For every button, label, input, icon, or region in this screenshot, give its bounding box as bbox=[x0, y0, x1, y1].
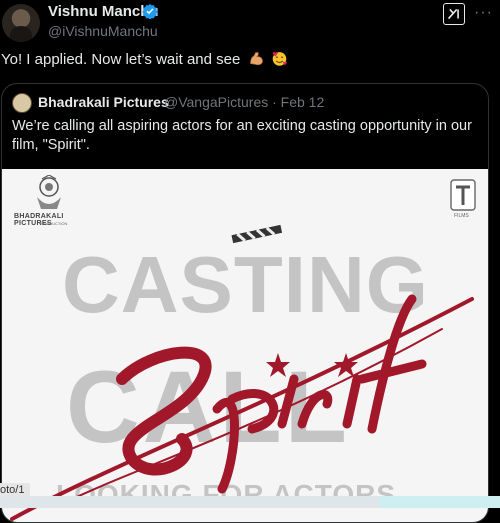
quoted-post-text: We’re calling all aspiring actors for an… bbox=[12, 118, 472, 153]
right-logo-sub: FILMS bbox=[454, 213, 469, 219]
bhadrakali-emblem-icon bbox=[37, 175, 61, 209]
post-text-content: Yo! I applied. Now let’s wait and see bbox=[1, 51, 241, 68]
post-text: Yo! I applied. Now let’s wait and see bbox=[1, 50, 288, 68]
casting-call-poster-image[interactable]: BHADRAKALI PICTURES PRODUCTION FILMS CAS… bbox=[2, 169, 488, 522]
spirit-script-title-art bbox=[10, 294, 474, 521]
left-logo-sub: PRODUCTION bbox=[40, 221, 68, 226]
more-options-icon[interactable]: ··· bbox=[474, 4, 493, 22]
bottom-strip-accent bbox=[380, 496, 500, 508]
flexed-biceps-icon bbox=[249, 52, 263, 66]
verified-badge-icon bbox=[142, 4, 158, 19]
quoted-author-avatar[interactable] bbox=[12, 93, 32, 113]
author-avatar[interactable] bbox=[2, 4, 40, 42]
smiling-face-with-hearts-icon bbox=[272, 52, 287, 66]
quoted-author-name[interactable]: Bhadrakali Pictures bbox=[38, 94, 169, 110]
quoted-author-handle-date[interactable]: @VangaPictures · Feb 12 bbox=[164, 94, 324, 110]
grok-icon[interactable] bbox=[443, 3, 465, 25]
author-handle[interactable]: @iVishnuManchu bbox=[48, 23, 158, 39]
photo-index-label: oto/1 bbox=[0, 483, 31, 497]
quoted-post-card[interactable]: Bhadrakali Pictures @VangaPictures · Feb… bbox=[1, 83, 489, 523]
t-series-logo-icon bbox=[450, 179, 476, 211]
post-header: Vishnu Manchu @iVishnuManchu ··· bbox=[0, 0, 500, 46]
